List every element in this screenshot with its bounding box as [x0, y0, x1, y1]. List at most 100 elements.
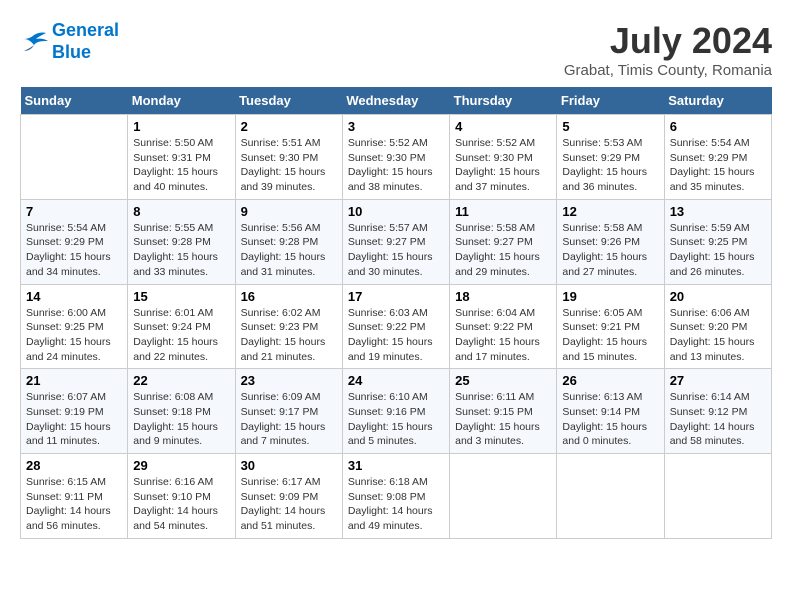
logo-icon: [20, 31, 48, 53]
day-header-wednesday: Wednesday: [342, 87, 449, 115]
day-number: 2: [241, 119, 337, 134]
calendar-cell: 7 Sunrise: 5:54 AM Sunset: 9:29 PM Daylig…: [21, 199, 128, 284]
day-number: 15: [133, 289, 229, 304]
calendar-cell: 21Sunrise: 6:07 AM Sunset: 9:19 PM Dayli…: [21, 369, 128, 454]
day-info: Sunrise: 5:54 AM Sunset: 9:29 PM Dayligh…: [670, 136, 766, 195]
calendar-cell: 13 Sunrise: 5:59 AM Sunset: 9:25 PM Dayli…: [664, 199, 771, 284]
day-info: Sunrise: 5:53 AM Sunset: 9:29 PM Dayligh…: [562, 136, 658, 195]
calendar-cell: 14 Sunrise: 6:00 AM Sunset: 9:25 PM Dayli…: [21, 284, 128, 369]
header: General Blue July 2024 Grabat, Timis Cou…: [20, 20, 772, 79]
day-number: 20: [670, 289, 766, 304]
calendar-cell: [21, 115, 128, 200]
day-number: 9: [241, 204, 337, 219]
calendar-cell: 2 Sunrise: 5:51 AM Sunset: 9:30 PM Daylig…: [235, 115, 342, 200]
calendar-cell: 28 Sunrise: 6:15 AM Sunset: 9:11 PM Dayli…: [21, 454, 128, 539]
calendar-cell: 19Sunrise: 6:05 AM Sunset: 9:21 PM Dayli…: [557, 284, 664, 369]
calendar-cell: 25 Sunrise: 6:11 AM Sunset: 9:15 PM Dayli…: [450, 369, 557, 454]
logo-line2: Blue: [52, 42, 119, 64]
logo: General Blue: [20, 20, 119, 63]
calendar-cell: [557, 454, 664, 539]
day-number: 3: [348, 119, 444, 134]
day-info: Sunrise: 6:14 AM Sunset: 9:12 PM Dayligh…: [670, 390, 766, 449]
day-number: 22: [133, 373, 229, 388]
calendar-cell: 5 Sunrise: 5:53 AM Sunset: 9:29 PM Daylig…: [557, 115, 664, 200]
calendar-cell: 22Sunrise: 6:08 AM Sunset: 9:18 PM Dayli…: [128, 369, 235, 454]
day-number: 13: [670, 204, 766, 219]
calendar-cell: 9 Sunrise: 5:56 AM Sunset: 9:28 PM Daylig…: [235, 199, 342, 284]
day-number: 11: [455, 204, 551, 219]
day-info: Sunrise: 5:58 AM Sunset: 9:26 PM Dayligh…: [562, 221, 658, 280]
day-number: 23: [241, 373, 337, 388]
day-number: 14: [26, 289, 122, 304]
calendar-cell: [664, 454, 771, 539]
calendar-cell: 8Sunrise: 5:55 AM Sunset: 9:28 PM Daylig…: [128, 199, 235, 284]
day-header-friday: Friday: [557, 87, 664, 115]
subtitle: Grabat, Timis County, Romania: [564, 62, 772, 79]
day-number: 29: [133, 458, 229, 473]
day-header-sunday: Sunday: [21, 87, 128, 115]
calendar-cell: 24 Sunrise: 6:10 AM Sunset: 9:16 PM Dayli…: [342, 369, 449, 454]
day-number: 10: [348, 204, 444, 219]
calendar-cell: 11 Sunrise: 5:58 AM Sunset: 9:27 PM Dayli…: [450, 199, 557, 284]
day-number: 31: [348, 458, 444, 473]
day-number: 18: [455, 289, 551, 304]
day-info: Sunrise: 5:55 AM Sunset: 9:28 PM Dayligh…: [133, 221, 229, 280]
day-info: Sunrise: 6:18 AM Sunset: 9:08 PM Dayligh…: [348, 475, 444, 534]
calendar-cell: 29Sunrise: 6:16 AM Sunset: 9:10 PM Dayli…: [128, 454, 235, 539]
day-info: Sunrise: 5:59 AM Sunset: 9:25 PM Dayligh…: [670, 221, 766, 280]
day-number: 28: [26, 458, 122, 473]
day-number: 6: [670, 119, 766, 134]
main-title: July 2024: [564, 20, 772, 62]
day-number: 25: [455, 373, 551, 388]
day-number: 19: [562, 289, 658, 304]
day-info: Sunrise: 6:02 AM Sunset: 9:23 PM Dayligh…: [241, 306, 337, 365]
calendar-cell: 26 Sunrise: 6:13 AM Sunset: 9:14 PM Dayli…: [557, 369, 664, 454]
week-row-1: 1Sunrise: 5:50 AM Sunset: 9:31 PM Daylig…: [21, 115, 772, 200]
day-info: Sunrise: 6:03 AM Sunset: 9:22 PM Dayligh…: [348, 306, 444, 365]
day-info: Sunrise: 6:10 AM Sunset: 9:16 PM Dayligh…: [348, 390, 444, 449]
day-number: 30: [241, 458, 337, 473]
calendar-cell: 12 Sunrise: 5:58 AM Sunset: 9:26 PM Dayli…: [557, 199, 664, 284]
day-info: Sunrise: 6:00 AM Sunset: 9:25 PM Dayligh…: [26, 306, 122, 365]
day-info: Sunrise: 5:58 AM Sunset: 9:27 PM Dayligh…: [455, 221, 551, 280]
logo-text: General Blue: [52, 20, 119, 63]
day-info: Sunrise: 6:01 AM Sunset: 9:24 PM Dayligh…: [133, 306, 229, 365]
day-number: 16: [241, 289, 337, 304]
day-info: Sunrise: 5:56 AM Sunset: 9:28 PM Dayligh…: [241, 221, 337, 280]
day-number: 12: [562, 204, 658, 219]
calendar-cell: 30Sunrise: 6:17 AM Sunset: 9:09 PM Dayli…: [235, 454, 342, 539]
day-info: Sunrise: 6:13 AM Sunset: 9:14 PM Dayligh…: [562, 390, 658, 449]
day-info: Sunrise: 6:09 AM Sunset: 9:17 PM Dayligh…: [241, 390, 337, 449]
day-number: 7: [26, 204, 122, 219]
day-info: Sunrise: 6:04 AM Sunset: 9:22 PM Dayligh…: [455, 306, 551, 365]
calendar-cell: 10 Sunrise: 5:57 AM Sunset: 9:27 PM Dayli…: [342, 199, 449, 284]
day-info: Sunrise: 5:52 AM Sunset: 9:30 PM Dayligh…: [348, 136, 444, 195]
calendar-cell: 1Sunrise: 5:50 AM Sunset: 9:31 PM Daylig…: [128, 115, 235, 200]
day-header-thursday: Thursday: [450, 87, 557, 115]
calendar-cell: 18 Sunrise: 6:04 AM Sunset: 9:22 PM Dayli…: [450, 284, 557, 369]
day-header-tuesday: Tuesday: [235, 87, 342, 115]
day-info: Sunrise: 6:07 AM Sunset: 9:19 PM Dayligh…: [26, 390, 122, 449]
calendar-cell: 17 Sunrise: 6:03 AM Sunset: 9:22 PM Dayli…: [342, 284, 449, 369]
calendar-table: SundayMondayTuesdayWednesdayThursdayFrid…: [20, 87, 772, 539]
day-info: Sunrise: 5:51 AM Sunset: 9:30 PM Dayligh…: [241, 136, 337, 195]
calendar-cell: 27 Sunrise: 6:14 AM Sunset: 9:12 PM Dayli…: [664, 369, 771, 454]
calendar-cell: 20 Sunrise: 6:06 AM Sunset: 9:20 PM Dayli…: [664, 284, 771, 369]
calendar-cell: 3 Sunrise: 5:52 AM Sunset: 9:30 PM Daylig…: [342, 115, 449, 200]
day-info: Sunrise: 5:50 AM Sunset: 9:31 PM Dayligh…: [133, 136, 229, 195]
day-number: 27: [670, 373, 766, 388]
day-number: 5: [562, 119, 658, 134]
week-row-2: 7 Sunrise: 5:54 AM Sunset: 9:29 PM Daylig…: [21, 199, 772, 284]
logo-line1: General: [52, 20, 119, 42]
calendar-cell: 4Sunrise: 5:52 AM Sunset: 9:30 PM Daylig…: [450, 115, 557, 200]
header-row: SundayMondayTuesdayWednesdayThursdayFrid…: [21, 87, 772, 115]
day-number: 17: [348, 289, 444, 304]
day-info: Sunrise: 6:06 AM Sunset: 9:20 PM Dayligh…: [670, 306, 766, 365]
day-number: 4: [455, 119, 551, 134]
day-info: Sunrise: 5:54 AM Sunset: 9:29 PM Dayligh…: [26, 221, 122, 280]
day-number: 26: [562, 373, 658, 388]
day-number: 24: [348, 373, 444, 388]
day-info: Sunrise: 6:15 AM Sunset: 9:11 PM Dayligh…: [26, 475, 122, 534]
day-info: Sunrise: 5:57 AM Sunset: 9:27 PM Dayligh…: [348, 221, 444, 280]
day-info: Sunrise: 6:11 AM Sunset: 9:15 PM Dayligh…: [455, 390, 551, 449]
